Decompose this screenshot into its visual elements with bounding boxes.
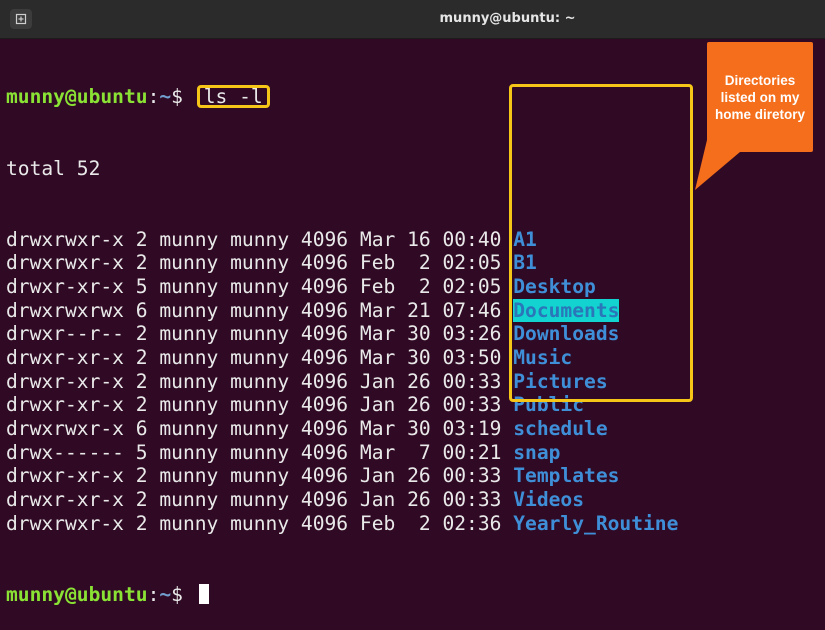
callout-pointer: [695, 140, 740, 190]
prompt-path: ~: [159, 582, 172, 606]
directory-name: Templates: [513, 464, 620, 488]
callout-box: Directories listed on my home diretory: [707, 42, 813, 152]
entry-details: drwxr-xr-x 2 munny munny 4096 Jan 26 00:…: [6, 488, 514, 512]
prompt-separator: :: [147, 582, 160, 606]
directory-name: Yearly_Routine: [513, 511, 679, 535]
directory-name: snap: [513, 440, 561, 464]
text-cursor: [198, 583, 209, 604]
listing-row: drwxrwxr-x 2 munny munny 4096 Feb 2 02:3…: [6, 512, 678, 536]
listing-row: drwxr-xr-x 2 munny munny 4096 Jan 26 00:…: [6, 488, 678, 512]
listing-row: drwxr-xr-x 2 munny munny 4096 Jan 26 00:…: [6, 464, 678, 488]
prompt-symbol: $: [171, 582, 195, 606]
directory-name: Videos: [513, 488, 585, 512]
callout-text: Directories listed on my home diretory: [714, 72, 806, 122]
entry-details: drwxr-xr-x 2 munny munny 4096 Jan 26 00:…: [6, 464, 514, 488]
entry-details: drwxrwxr-x 2 munny munny 4096 Feb 2 02:3…: [6, 511, 514, 535]
listing-row: drwx------ 5 munny munny 4096 Mar 7 00:2…: [6, 441, 678, 465]
entry-details: drwx------ 5 munny munny 4096 Mar 7 00:2…: [6, 440, 514, 464]
prompt-user-host: munny@ubuntu: [6, 582, 148, 606]
prompt-line-current: munny@ubuntu:~$: [6, 583, 678, 607]
